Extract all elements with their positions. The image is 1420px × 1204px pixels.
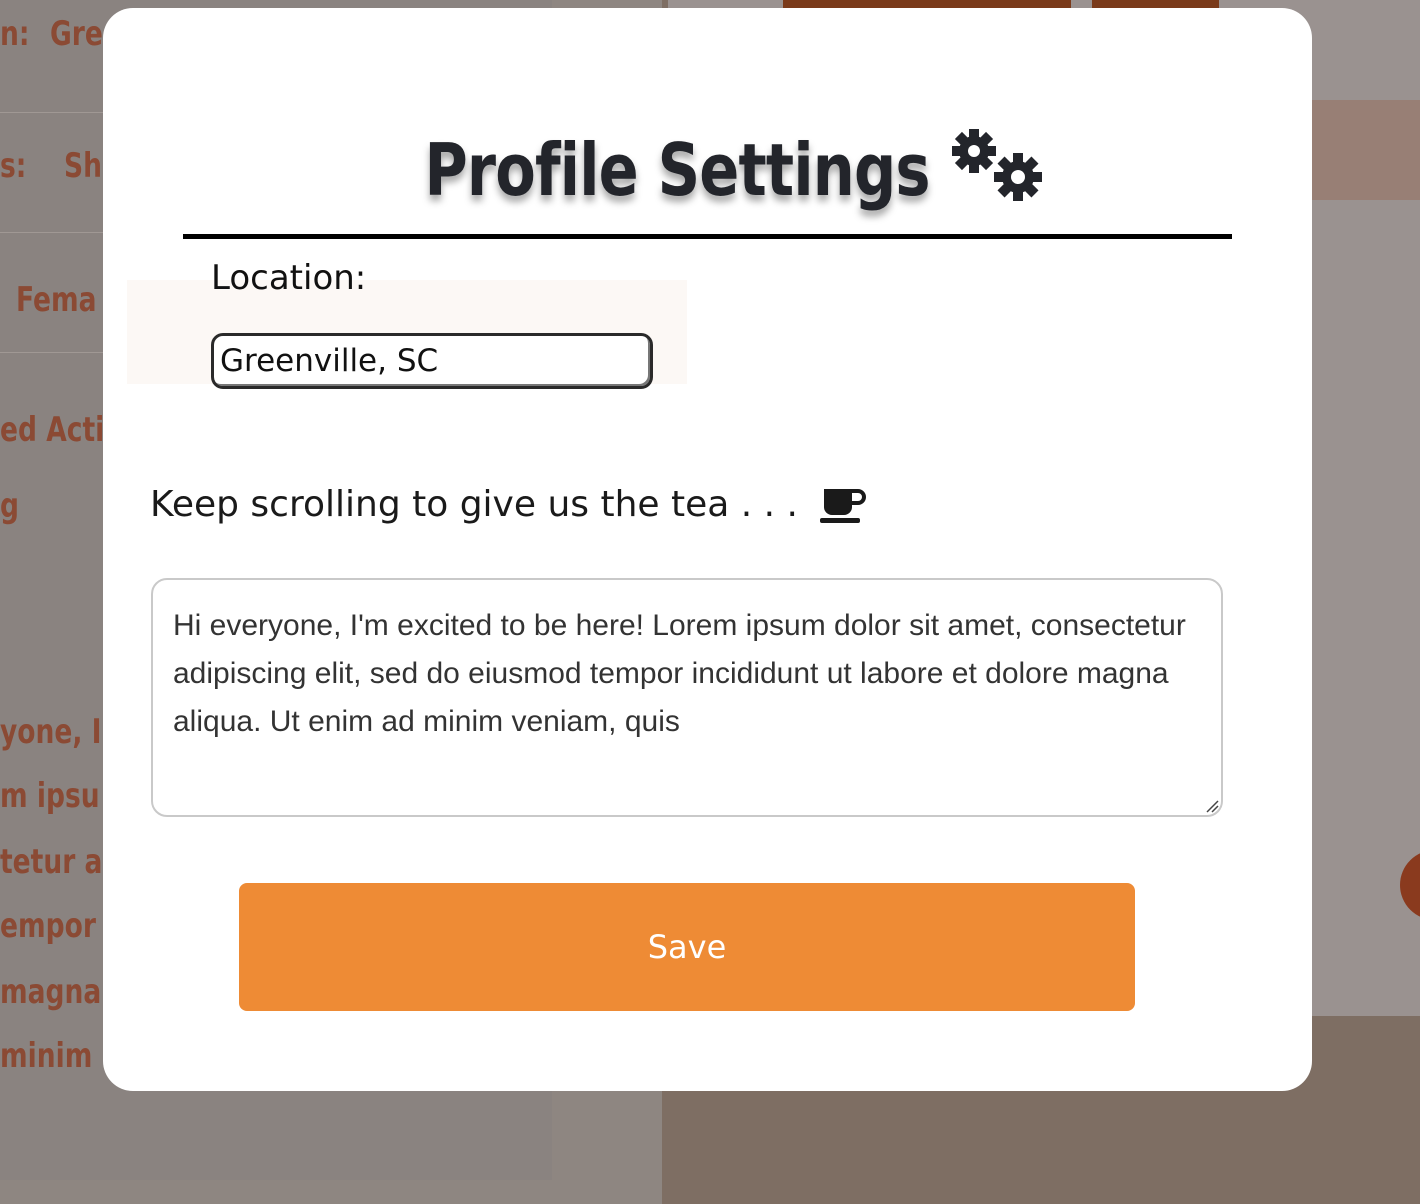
background-text: empor	[0, 906, 96, 946]
mug-icon	[819, 488, 866, 523]
background-text: magna	[0, 972, 102, 1012]
gears-icon	[951, 129, 1042, 201]
modal-header: Profile Settings	[103, 120, 1312, 220]
tea-prompt-text: Keep scrolling to give us the tea . . .	[150, 484, 798, 525]
background-text: n:	[0, 14, 30, 54]
background-text: Sh	[64, 146, 102, 186]
bio-textarea[interactable]: Hi everyone, I'm excited to be here! Lor…	[151, 578, 1223, 817]
background-text: minim	[0, 1036, 93, 1076]
background-text: tetur a	[0, 842, 103, 882]
background-text: g	[0, 486, 19, 526]
background-text: Gre	[50, 14, 103, 54]
background-text: Fema	[16, 280, 97, 320]
background-tab	[1092, 0, 1219, 8]
settings-scroll-area[interactable]: Location: Keep scrolling to give us the …	[103, 248, 1312, 1091]
background-text: s:	[0, 146, 27, 186]
background-text: ed Acti	[0, 410, 105, 450]
background-text: yone, I	[0, 712, 102, 752]
profile-settings-modal: Profile Settings Location: Greenville, S…	[103, 8, 1312, 1091]
title-divider	[183, 234, 1232, 239]
location-input[interactable]	[211, 333, 653, 389]
background-text: m ipsu	[0, 776, 100, 816]
location-field-group: Location:	[127, 258, 687, 389]
tea-prompt-row: Keep scrolling to give us the tea . . .	[150, 484, 868, 525]
background-tab	[783, 0, 1071, 8]
resize-handle-icon[interactable]	[1205, 799, 1219, 813]
location-label: Location:	[211, 258, 367, 298]
modal-title: Profile Settings	[424, 128, 931, 212]
save-button[interactable]: Save	[239, 883, 1135, 1011]
